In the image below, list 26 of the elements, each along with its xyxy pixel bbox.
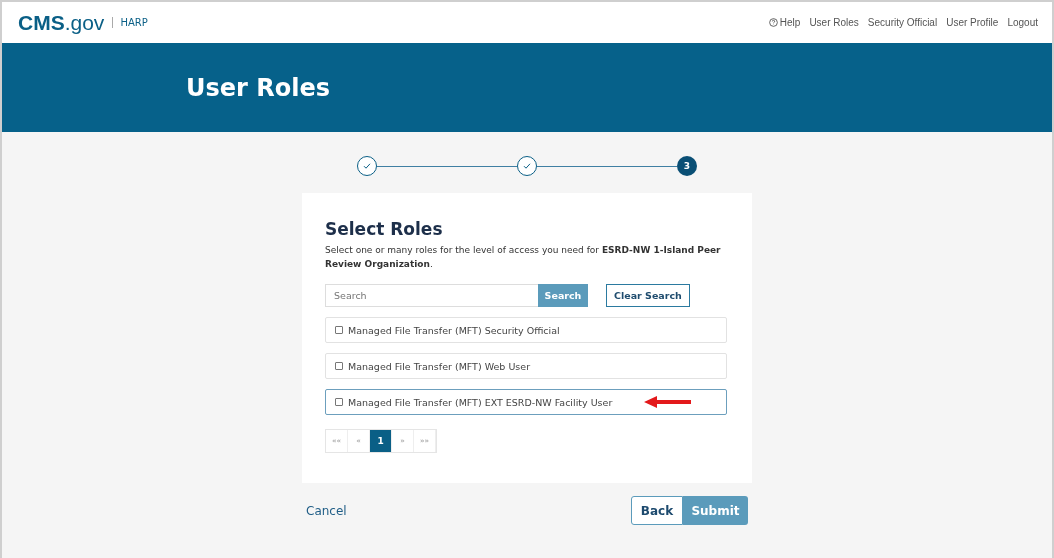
role-label: Managed File Transfer (MFT) Web User (348, 360, 531, 372)
nav-link[interactable]: User Profile (946, 17, 999, 28)
checkbox[interactable] (335, 362, 343, 370)
clear-search-button[interactable]: Clear Search (606, 284, 690, 307)
card-title: Select Roles (325, 219, 444, 239)
role-label: Managed File Transfer (MFT) EXT ESRD-NW Facility User (348, 396, 613, 408)
nav-link[interactable]: User Roles (809, 17, 859, 28)
help-link[interactable]: Help (768, 17, 801, 28)
cms-logo: CMS.gov (18, 10, 105, 35)
role-option[interactable]: Managed File Transfer (MFT) Security Official (325, 317, 727, 343)
nav-link[interactable]: Logout (1007, 17, 1038, 28)
help-icon (768, 18, 778, 27)
role-option[interactable]: Managed File Transfer (MFT) Web User (325, 353, 727, 379)
cancel-link[interactable]: Cancel (306, 503, 347, 518)
checkbox[interactable] (335, 398, 343, 406)
nav-link[interactable]: Security Official (867, 17, 938, 28)
role-option[interactable]: Managed File Transfer (MFT) EXT ESRD-NW Facility User (325, 389, 727, 415)
back-button[interactable]: Back (631, 496, 683, 525)
card-description: Select one or many roles for the level of access you need for ESRD-NW 1-Island Peer Review Organization. (325, 244, 722, 271)
page-title: User Roles (186, 73, 330, 102)
app-name: HARP (112, 17, 148, 28)
role-label: Managed File Transfer (MFT) Security Official (348, 324, 560, 336)
current-step: 3 (677, 156, 697, 176)
search-field[interactable]: Search (325, 284, 538, 307)
checkbox[interactable] (335, 326, 343, 334)
page-button[interactable]: 1 (370, 430, 393, 452)
